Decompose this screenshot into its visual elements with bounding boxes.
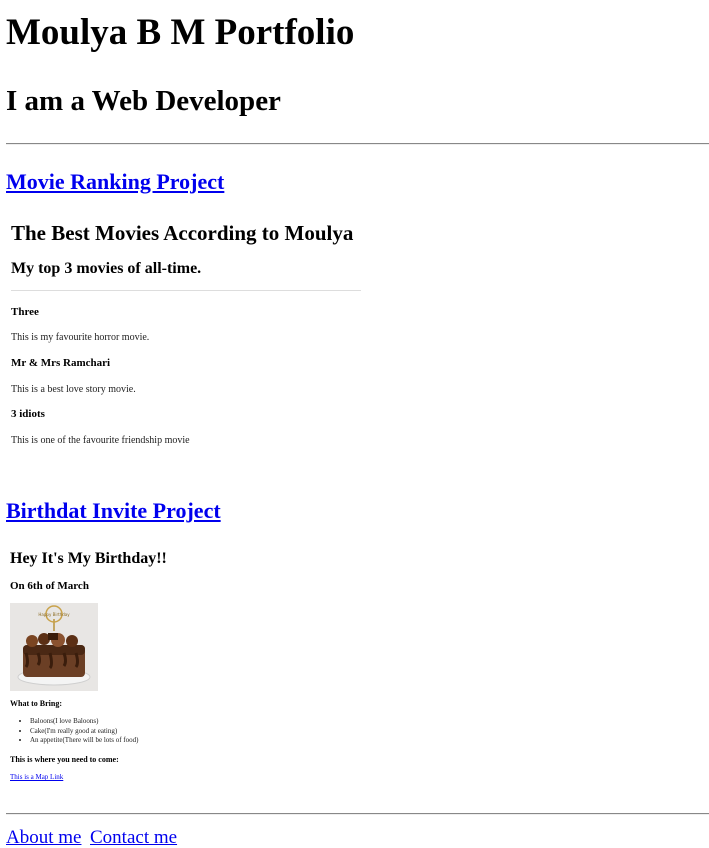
movie-description: This is a best love story movie. xyxy=(11,384,136,395)
list-item: Cake(I'm really good at eating) xyxy=(30,727,138,737)
movie-name: Three xyxy=(11,306,39,318)
birthday-date: On 6th of March xyxy=(10,580,89,592)
bring-list: Baloons(I love Baloons) Cake(I'm really … xyxy=(10,717,138,746)
movie-page-subtitle: My top 3 movies of all-time. xyxy=(11,260,202,277)
page-title: Moulya B M Portfolio xyxy=(6,12,355,53)
contact-me-link[interactable]: Contact me xyxy=(90,828,177,847)
page-subtitle: I am a Web Developer xyxy=(6,85,281,117)
movie-description: This is one of the favourite friendship … xyxy=(11,435,190,446)
movie-project-link[interactable]: Movie Ranking Project xyxy=(6,171,224,193)
header-divider xyxy=(6,143,709,145)
movie-ranking-frame: The Best Movies According to Moulya My t… xyxy=(10,223,370,463)
movie-divider xyxy=(11,290,361,291)
movie-description: This is my favourite horror movie. xyxy=(11,332,150,343)
cake-sign-text: Happy Birthday xyxy=(38,612,70,617)
movie-name: 3 idiots xyxy=(11,408,45,420)
map-link[interactable]: This is a Map Link xyxy=(10,774,63,781)
list-item: An appetite(There will be lots of food) xyxy=(30,736,138,746)
cake-illustration: Happy Birthday xyxy=(10,603,98,691)
where-heading: This is where you need to come: xyxy=(10,755,119,764)
birthday-invite-frame: Hey It's My Birthday!! On 6th of March H… xyxy=(10,551,310,791)
birthday-title: Hey It's My Birthday!! xyxy=(10,550,167,567)
cake-image: Happy Birthday xyxy=(10,603,98,691)
movie-page-title: The Best Movies According to Moulya xyxy=(11,221,354,245)
about-me-link[interactable]: About me xyxy=(6,828,81,847)
movie-name: Mr & Mrs Ramchari xyxy=(11,357,111,369)
list-item: Baloons(I love Baloons) xyxy=(30,717,138,727)
bring-heading: What to Bring: xyxy=(10,699,62,708)
birthday-project-link[interactable]: Birthdat Invite Project xyxy=(6,500,221,522)
footer-divider xyxy=(6,813,709,815)
